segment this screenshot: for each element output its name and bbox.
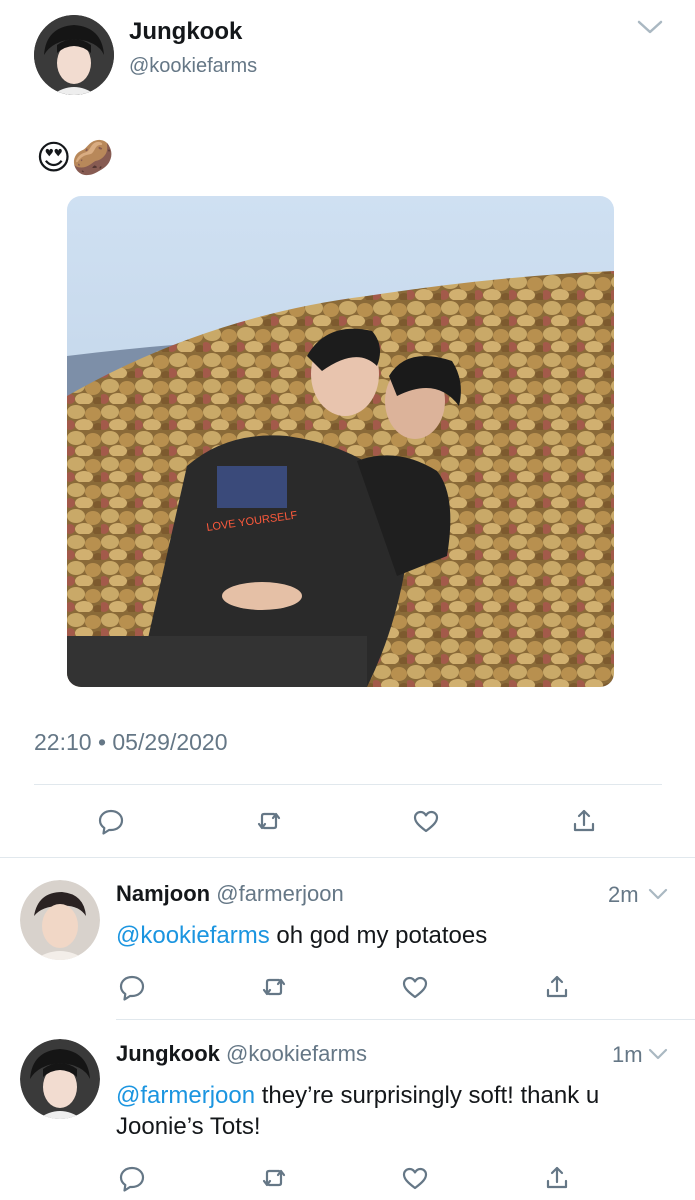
reply-author-name[interactable]: Jungkook — [116, 1041, 220, 1066]
like-button[interactable] — [397, 969, 433, 1005]
tweet-timestamp[interactable]: 22:10 • 05/29/2020 — [34, 729, 228, 756]
divider — [34, 784, 662, 785]
like-button[interactable] — [397, 1160, 433, 1196]
reply-header: Jungkook @kookiefarms — [116, 1041, 367, 1067]
reply-button[interactable] — [114, 1160, 150, 1196]
share-icon — [573, 809, 595, 832]
chevron-down-icon[interactable] — [636, 17, 664, 37]
chevron-down-icon[interactable] — [647, 1046, 669, 1062]
reply-icon — [119, 975, 145, 1001]
like-icon — [413, 810, 439, 833]
share-button[interactable] — [539, 969, 575, 1005]
reply-avatar[interactable] — [20, 880, 100, 960]
retweet-icon — [262, 1169, 286, 1187]
reply-header: Namjoon @farmerjoon — [116, 881, 344, 907]
tweet-photo[interactable]: LOVE YOURSELF — [67, 196, 614, 687]
retweet-button[interactable] — [251, 803, 287, 839]
reply-author-handle[interactable]: @kookiefarms — [226, 1041, 367, 1066]
mention-link[interactable]: @kookiefarms — [116, 922, 270, 949]
divider — [116, 1019, 695, 1020]
reply-icon — [119, 1166, 145, 1192]
potato-emoji: 🥔 — [71, 139, 114, 177]
author-handle[interactable]: @kookiefarms — [129, 55, 257, 78]
like-icon — [402, 976, 428, 999]
mention-link[interactable]: @farmerjoon — [116, 1082, 255, 1109]
retweet-button[interactable] — [256, 1160, 292, 1196]
reply-avatar[interactable] — [20, 1039, 100, 1119]
reply-time: 2m — [608, 882, 639, 907]
share-icon — [546, 1166, 568, 1189]
reply-author-handle[interactable]: @farmerjoon — [216, 881, 344, 906]
share-button[interactable] — [539, 1160, 575, 1196]
chevron-down-icon[interactable] — [647, 886, 669, 902]
like-icon — [402, 1167, 428, 1190]
divider — [0, 857, 695, 858]
reply-text: @farmerjoon they’re surprisingly soft! t… — [116, 1080, 666, 1142]
reply-time: 1m — [612, 1042, 643, 1067]
reply-body: oh god my potatoes — [269, 922, 488, 949]
heart-eyes-emoji: 😍 — [36, 139, 72, 177]
share-button[interactable] — [566, 803, 602, 839]
retweet-icon — [262, 978, 286, 996]
avatar[interactable] — [34, 15, 114, 95]
like-button[interactable] — [408, 803, 444, 839]
reply-button[interactable] — [93, 803, 129, 839]
share-icon — [546, 975, 568, 998]
reply-icon — [98, 809, 124, 835]
tweet-emojis: 😍🥔 — [36, 138, 114, 178]
author-name[interactable]: Jungkook — [129, 18, 242, 46]
retweet-button[interactable] — [256, 969, 292, 1005]
reply-author-name[interactable]: Namjoon — [116, 881, 210, 906]
reply-button[interactable] — [114, 969, 150, 1005]
retweet-icon — [257, 812, 281, 830]
reply-text: @kookiefarms oh god my potatoes — [116, 920, 661, 951]
